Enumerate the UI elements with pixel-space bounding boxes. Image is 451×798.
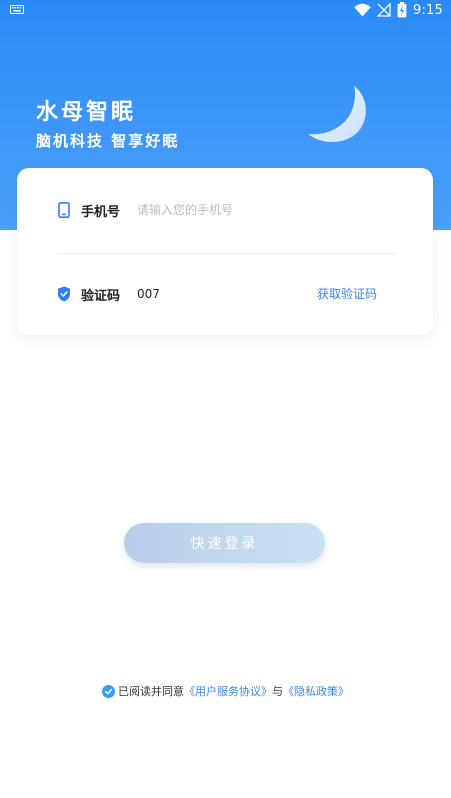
battery-icon [397, 2, 407, 18]
check-circle-icon[interactable] [102, 684, 115, 698]
code-row: 验证码 获取验证码 [17, 274, 433, 314]
shield-check-icon [58, 286, 70, 302]
privacy-policy-link[interactable]: 《隐私政策》 [283, 683, 349, 699]
code-label: 验证码 [81, 289, 121, 304]
moon-icon [308, 86, 366, 143]
status-icons: 9:15 [354, 1, 443, 19]
phone-icon [58, 202, 70, 218]
agreement-conjunction: 与 [272, 685, 283, 698]
app-title: 水母智眠 [36, 100, 137, 125]
phone-input[interactable] [137, 199, 337, 221]
status-time: 9:15 [413, 2, 443, 18]
login-form-card: 手机号 验证码 获取验证码 [17, 168, 433, 335]
code-input[interactable] [137, 283, 337, 305]
agreement-prefix: 已阅读并同意 [118, 685, 184, 698]
no-signal-icon [377, 3, 391, 17]
agreement-row: 已阅读并同意 《用户服务协议》 与 《隐私政策》 [0, 683, 451, 699]
field-divider [57, 253, 397, 254]
status-bar: 9:15 [0, 0, 451, 22]
app-slogan: 脑机科技 智享好眠 [36, 132, 180, 150]
user-agreement-link[interactable]: 《用户服务协议》 [184, 683, 272, 699]
phone-row: 手机号 [17, 190, 433, 230]
quick-login-button[interactable]: 快速登录 [124, 523, 325, 563]
keyboard-icon [10, 5, 24, 14]
get-code-button[interactable]: 获取验证码 [317, 285, 377, 302]
wifi-icon [354, 3, 371, 17]
phone-label: 手机号 [81, 205, 121, 220]
